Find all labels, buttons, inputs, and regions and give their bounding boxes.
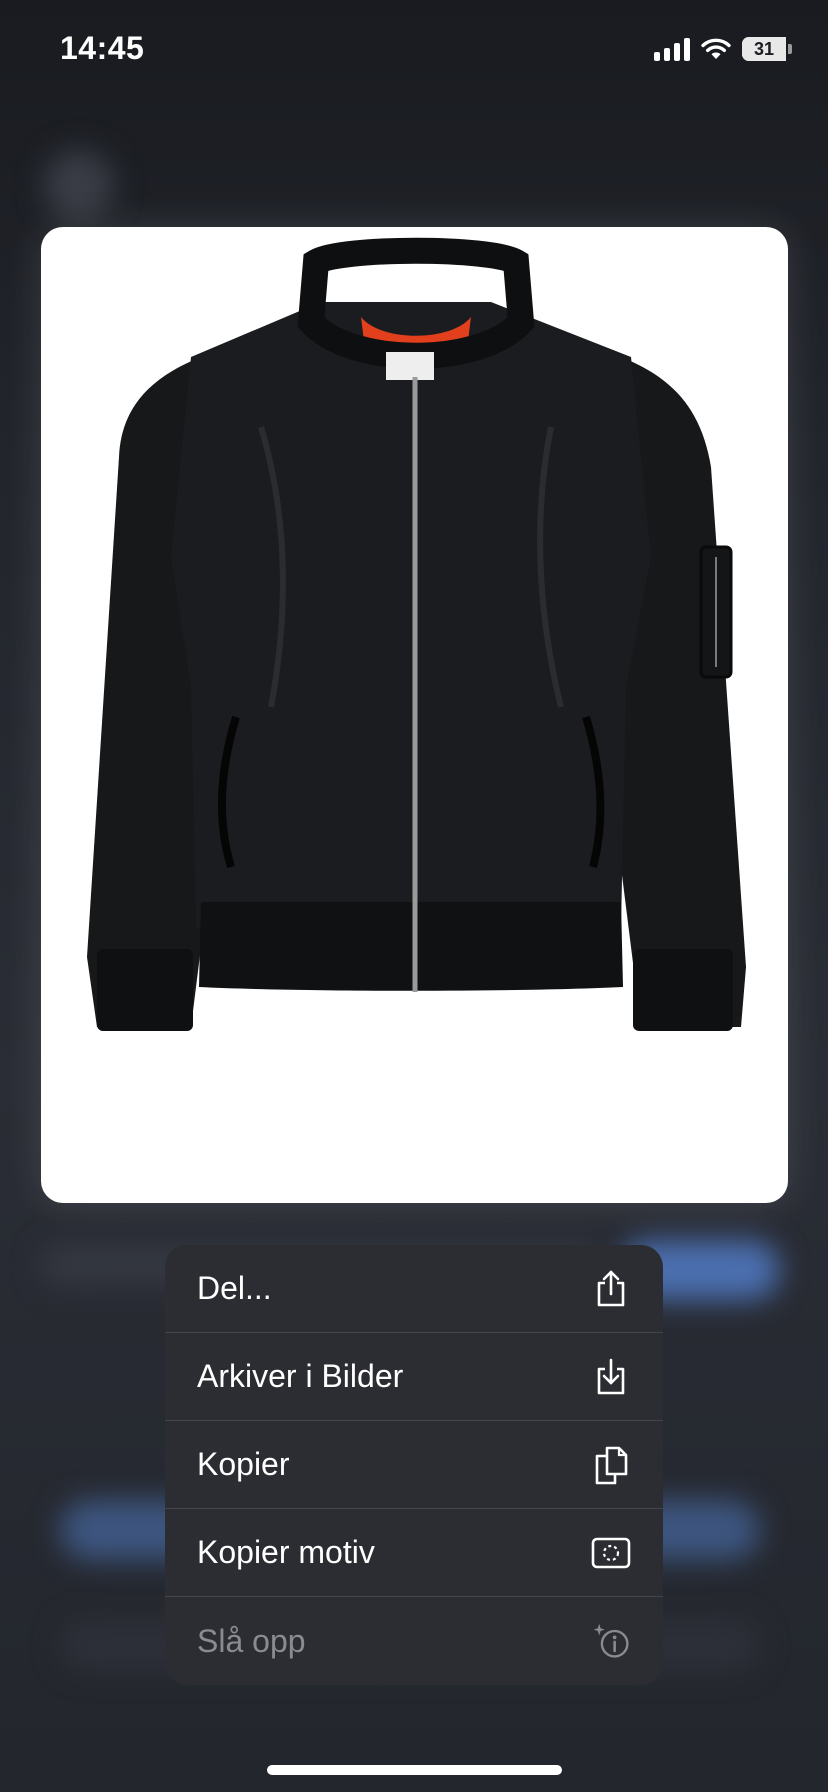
visual-look-up-icon	[591, 1621, 631, 1661]
battery-icon: 31	[742, 37, 792, 61]
blurred-avatar	[44, 150, 114, 220]
menu-item-save-to-photos[interactable]: Arkiver i Bilder	[165, 1333, 663, 1421]
context-menu: Del... Arkiver i Bilder Kopier Kopier mo…	[165, 1245, 663, 1685]
menu-item-copy[interactable]: Kopier	[165, 1421, 663, 1509]
menu-item-label: Arkiver i Bilder	[197, 1358, 404, 1394]
menu-item-look-up[interactable]: Slå opp	[165, 1597, 663, 1685]
status-indicators: 31	[654, 34, 792, 64]
wifi-icon	[701, 38, 731, 59]
copy-subject-icon	[591, 1533, 631, 1573]
menu-item-label: Kopier motiv	[197, 1534, 375, 1570]
menu-item-label: Slå opp	[197, 1622, 306, 1659]
battery-level: 31	[753, 38, 775, 59]
share-icon	[591, 1269, 631, 1309]
bomber-jacket-image	[87, 237, 746, 1031]
menu-item-share[interactable]: Del...	[165, 1245, 663, 1333]
menu-item-label: Del...	[197, 1270, 272, 1306]
status-time: 14:45	[60, 30, 145, 66]
cellular-signal-icon	[654, 37, 690, 61]
home-indicator[interactable]	[267, 1765, 562, 1775]
screen: 14:45 31 Del... Arkiver i Bilder Kopier …	[0, 0, 828, 1792]
image-preview[interactable]	[41, 227, 788, 1203]
save-to-photos-icon	[591, 1357, 631, 1397]
copy-icon	[591, 1445, 631, 1485]
menu-item-label: Kopier	[197, 1446, 290, 1482]
menu-item-copy-subject[interactable]: Kopier motiv	[165, 1509, 663, 1597]
status-bar: 14:45 31	[0, 0, 828, 100]
